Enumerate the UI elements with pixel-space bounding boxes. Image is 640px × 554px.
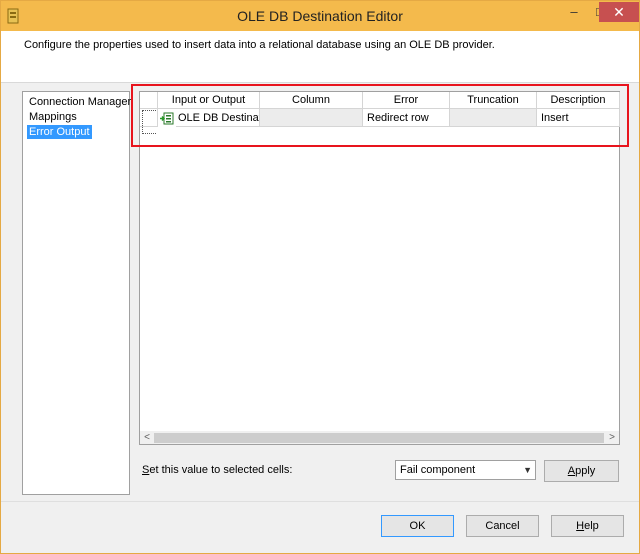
help-mnemonic: H [576,520,585,532]
header-description: Configure the properties used to insert … [24,39,495,51]
dialog-window: OLE DB Destination Editor – □ ✕ Configur… [0,0,640,554]
apply-button[interactable]: Apply [544,460,619,482]
minimize-button[interactable]: – [561,2,587,22]
title-bar[interactable]: OLE DB Destination Editor – □ ✕ [1,1,639,31]
help-label: elp [584,520,599,532]
nav-item-mappings[interactable]: Mappings [27,110,79,124]
horizontal-scrollbar[interactable]: < > [139,431,620,445]
nav-item-error-output[interactable]: Error Output [27,125,92,139]
apply-label: pply [575,465,596,477]
close-button[interactable]: ✕ [599,2,639,22]
nav-panel: Connection Manager Mappings Error Output [22,91,133,495]
apply-mnemonic: A [567,465,576,477]
help-button[interactable]: Help [551,515,624,537]
header-pane: Configure the properties used to insert … [1,31,639,83]
scroll-left-arrow[interactable]: < [140,431,154,444]
set-value-label: Set this value to selected cells: [142,464,292,476]
window-title: OLE DB Destination Editor [237,8,403,24]
chevron-down-icon[interactable]: ▼ [523,461,532,479]
nav-item-connection-manager[interactable]: Connection Manager [27,95,133,109]
ok-button[interactable]: OK [381,515,454,537]
cancel-button[interactable]: Cancel [466,515,539,537]
highlight-box [131,84,629,147]
set-label-text: et this value to selected cells: [149,464,293,476]
error-action-select[interactable]: Fail component ▼ [395,460,536,480]
scroll-thumb[interactable] [154,433,604,443]
scroll-right-arrow[interactable]: > [605,431,619,444]
error-action-value: Fail component [400,464,476,476]
footer-divider [1,501,639,502]
